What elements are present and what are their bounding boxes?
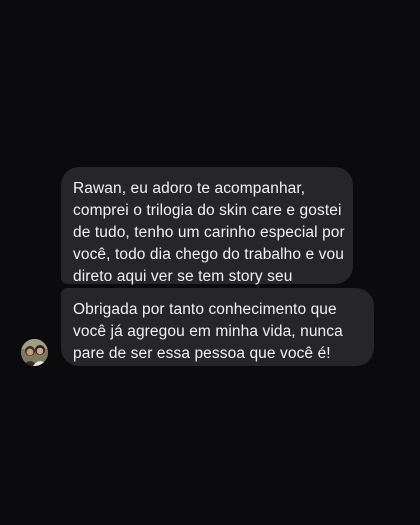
message-line: pare de ser essa pessoa que você é! [73,345,331,362]
dm-conversation-screen: Rawan, eu adoro te acompanhar, comprei o… [0,0,420,525]
message-bubble[interactable]: Obrigada por tanto conhecimento que você… [61,288,374,366]
message-line: comprei o trilogia do skin care e gostei [73,202,342,219]
message-line: Obrigada por tanto conhecimento que [73,301,337,318]
avatar-photo-icon [21,339,48,366]
message-line: você já agregou em minha vida, nunca [73,323,343,340]
message-line: Rawan, eu adoro te acompanhar, [73,180,306,197]
message-bubble[interactable]: Rawan, eu adoro te acompanhar, comprei o… [61,167,353,285]
sender-avatar[interactable] [21,339,48,366]
message-line: você, todo dia chego do trabalho e vou [73,246,344,263]
message-line: direto aqui ver se tem story seu [73,268,293,285]
message-line: de tudo, tenho um carinho especial por [73,224,345,241]
